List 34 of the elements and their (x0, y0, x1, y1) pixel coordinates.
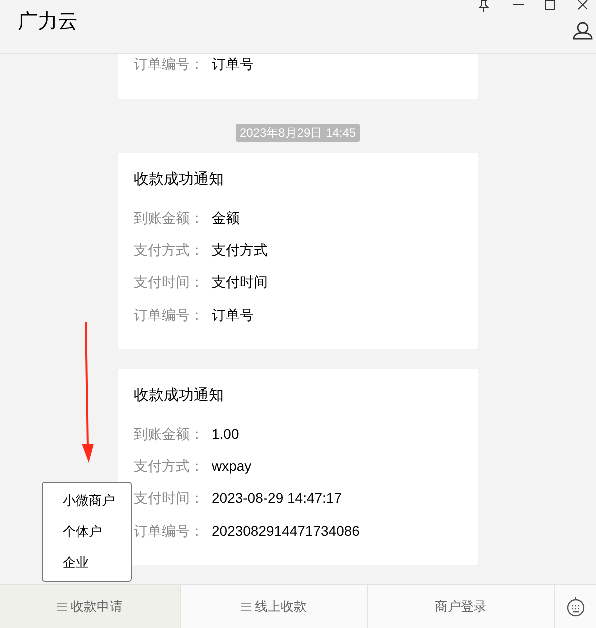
keyboard-icon[interactable] (566, 596, 584, 616)
field-label: 支付时间： (134, 489, 205, 508)
field-value: 2023-08-29 14:47:17 (212, 489, 342, 508)
field-label: 订单编号： (134, 54, 205, 74)
field-label: 订单编号： (134, 522, 205, 541)
field-label: 订单编号： (134, 306, 205, 325)
field-label: 到账金额： (134, 208, 205, 228)
minimize-icon[interactable] (513, 4, 524, 6)
field-value: 订单号 (212, 54, 254, 74)
field-label: 支付方式： (134, 457, 205, 476)
field-value: 支付时间 (212, 273, 268, 292)
timestamp-label: 2023年8月29日 14:45 (236, 124, 360, 142)
pin-icon[interactable] (478, 0, 490, 12)
user-icon[interactable] (573, 22, 593, 40)
field-label: 支付时间： (134, 273, 205, 292)
field-value: 金额 (212, 208, 240, 228)
field-value: 订单号 (212, 306, 254, 325)
maximize-icon[interactable] (545, 0, 555, 10)
window-title: 广力云 (18, 10, 78, 35)
field-value: 支付方式 (212, 240, 268, 260)
close-icon[interactable] (578, 0, 588, 10)
field-value: 1.00 (212, 424, 240, 444)
menu-item[interactable]: 个体户 (43, 522, 131, 542)
card-title: 收款成功通知 (134, 386, 225, 406)
field-label: 支付方式： (134, 240, 205, 260)
card-title: 收款成功通知 (134, 170, 225, 190)
menu-icon (241, 602, 251, 610)
menu-icon (57, 602, 67, 610)
field-value: wxpay (212, 457, 252, 476)
menu-item[interactable]: 企业 (43, 553, 131, 574)
field-value: 2023082914471734086 (212, 522, 360, 541)
bottom-tab[interactable]: 收款申请 (0, 585, 181, 628)
menu-item[interactable]: 小微商户 (43, 490, 131, 511)
field-label: 到账金额： (134, 424, 205, 444)
